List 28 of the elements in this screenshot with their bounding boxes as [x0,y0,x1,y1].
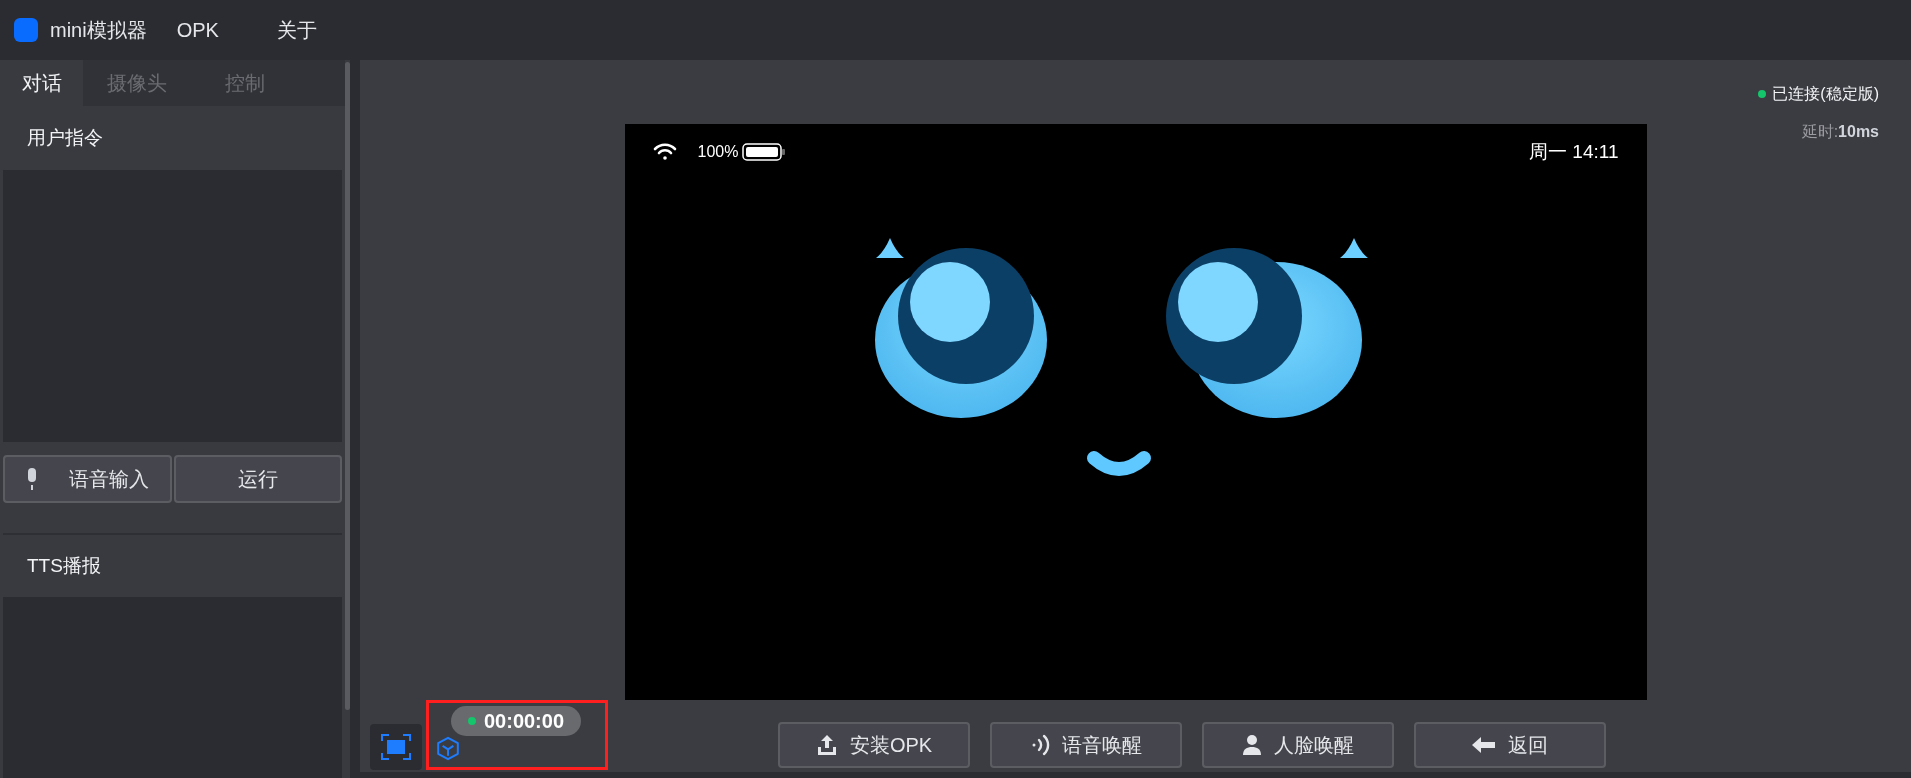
timer-text: 00:00:00 [483,709,565,734]
sound-waves-icon [1030,734,1050,756]
person-icon [1242,734,1262,756]
device-clock: 周一 14:11 [1529,139,1619,164]
app-logo-icon [14,18,38,42]
screenshot-button[interactable] [370,724,422,770]
tab[interactable]: 对话 [0,60,83,106]
action-button[interactable]: 人脸唤醒 [1202,722,1394,768]
wifi-icon [652,143,677,161]
battery-icon [742,143,787,161]
app-title: mini模拟器 [50,18,147,43]
menu-item[interactable]: OPK [176,15,219,45]
voice-input-button[interactable]: 语音输入 [3,455,172,503]
action-button[interactable]: 返回 [1414,722,1606,768]
latency-reading: 延时:10ms [1801,122,1879,142]
action-button[interactable]: 语音唤醒 [990,722,1182,768]
section-title: 用户指令 [27,125,103,150]
section-title: TTS播报 [27,553,101,578]
scrollbar[interactable] [345,62,350,710]
battery-percent: 100% [697,142,739,162]
cube-icon [435,736,461,761]
upload-icon [815,734,838,756]
run-button[interactable]: 运行 [173,455,342,503]
menu-item[interactable]: 关于 [276,15,317,45]
action-button[interactable]: 安装OPK [778,722,970,768]
connection-status: 已连接(稳定版) [1772,84,1879,104]
arrow-left-icon [1472,736,1496,754]
fullscreen-icon [381,734,411,760]
